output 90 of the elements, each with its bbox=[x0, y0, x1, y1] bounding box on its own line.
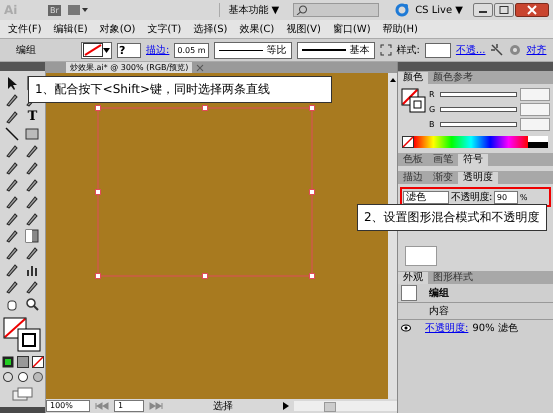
attribute-value: 90% 滤色 bbox=[472, 322, 518, 335]
selection-label: 编组 bbox=[16, 44, 37, 57]
zoom-icon[interactable] bbox=[24, 296, 40, 312]
channel-slider[interactable] bbox=[440, 92, 517, 96]
opacity-field[interactable]: 90 bbox=[494, 190, 518, 204]
opacity-link[interactable]: 不透明度: bbox=[425, 321, 468, 335]
menu-item[interactable]: 帮助(H) bbox=[382, 22, 418, 36]
menu-item[interactable]: 文件(F) bbox=[8, 22, 42, 36]
callout-tooltip: 2、设置图形混合模式和不透明度 bbox=[357, 204, 547, 231]
cs-live-icon bbox=[395, 3, 410, 17]
panel-tab[interactable]: 图形样式 bbox=[428, 272, 478, 284]
panel-tab[interactable]: 画笔 bbox=[428, 154, 458, 166]
panel-tab[interactable]: 渐变 bbox=[428, 172, 458, 184]
last-page-icon[interactable] bbox=[148, 402, 164, 410]
color-mode-icon[interactable] bbox=[2, 356, 14, 368]
corners-icon[interactable] bbox=[380, 44, 392, 56]
color-spectrum[interactable] bbox=[402, 136, 548, 148]
percent-label: % bbox=[520, 192, 528, 202]
fill-stroke-icon[interactable] bbox=[401, 88, 427, 114]
channel-label: G bbox=[429, 104, 436, 114]
channel-value-field[interactable] bbox=[520, 118, 550, 130]
brush-dropdown[interactable]: 基本 bbox=[296, 42, 375, 58]
stroke-weight-field[interactable]: 0.05 m bbox=[174, 42, 209, 58]
profile-dropdown[interactable]: 等比 bbox=[214, 42, 292, 58]
panel-tab[interactable]: 透明度 bbox=[458, 172, 498, 184]
align-link[interactable]: 对齐 bbox=[526, 43, 546, 57]
minimize-icon[interactable] bbox=[473, 3, 493, 17]
fill-dropdown[interactable]: ? bbox=[117, 42, 141, 58]
search-icon bbox=[296, 5, 308, 15]
type-tool[interactable]: T bbox=[24, 109, 42, 125]
workspace-menu[interactable]: 基本功能 ▼ bbox=[219, 3, 288, 17]
stroke-swatch-dropdown[interactable] bbox=[81, 42, 112, 58]
gear-icon[interactable] bbox=[509, 44, 522, 56]
draw-mode-icon[interactable] bbox=[2, 371, 14, 383]
screen-mode-icon[interactable] bbox=[10, 387, 34, 401]
play-icon[interactable] bbox=[282, 402, 290, 410]
pencil-icon[interactable] bbox=[24, 143, 40, 159]
panel-tab[interactable]: 描边 bbox=[398, 172, 428, 184]
stroke-link[interactable]: 描边: bbox=[146, 43, 170, 57]
panel-tab[interactable]: 符号 bbox=[458, 154, 488, 166]
maximize-icon[interactable] bbox=[494, 3, 514, 17]
none-mode-icon[interactable] bbox=[32, 356, 44, 368]
callout-tooltip: 1、配合按下<Shift>键，同时选择两条直线 bbox=[28, 76, 332, 103]
menu-item[interactable]: 对象(O) bbox=[100, 22, 136, 36]
channel-label: R bbox=[429, 90, 436, 98]
thumbnail bbox=[405, 246, 437, 266]
channel-slider[interactable] bbox=[440, 122, 517, 126]
page-dropdown[interactable]: 1 bbox=[114, 400, 144, 412]
menu-item[interactable]: 编辑(E) bbox=[54, 22, 88, 36]
blend-mode-dropdown[interactable]: 滤色 bbox=[403, 190, 449, 204]
layout-icon[interactable] bbox=[66, 4, 89, 16]
cs-live-menu[interactable]: CS Live ▼ bbox=[415, 4, 463, 16]
caret-icon[interactable] bbox=[103, 48, 110, 52]
zoom-dropdown[interactable]: 100% bbox=[46, 400, 90, 412]
style-label: 样式: bbox=[396, 44, 420, 57]
opacity-link[interactable]: 不透... bbox=[456, 43, 486, 57]
close-icon[interactable] bbox=[515, 3, 549, 17]
channel-label: B bbox=[429, 120, 436, 128]
panel-tab[interactable]: 颜色参考 bbox=[428, 72, 478, 84]
rectangle-icon[interactable] bbox=[24, 126, 40, 142]
object-thumbnail bbox=[401, 285, 417, 301]
panel-tab[interactable]: 颜色 bbox=[398, 72, 428, 84]
bridge-button[interactable]: Br bbox=[48, 4, 61, 16]
content-label: 内容 bbox=[429, 304, 449, 318]
scroll-up-icon[interactable] bbox=[388, 76, 396, 84]
opacity-label: 不透明度: bbox=[451, 190, 492, 204]
search-field[interactable] bbox=[293, 3, 380, 17]
channel-value-field[interactable] bbox=[520, 102, 550, 116]
eye-icon[interactable] bbox=[401, 324, 411, 332]
channel-value-field[interactable] bbox=[520, 88, 550, 100]
menu-item[interactable]: 窗口(W) bbox=[332, 22, 371, 36]
menu-item[interactable]: 效果(C) bbox=[239, 22, 274, 36]
fill-stroke-icon[interactable] bbox=[2, 317, 42, 353]
gradient-icon[interactable] bbox=[24, 228, 40, 244]
document-tab[interactable]: 炒效果.ai* @ 300% (RGB/预览) bbox=[46, 62, 397, 73]
horizontal-scrollbar[interactable] bbox=[294, 401, 397, 411]
style-dropdown[interactable] bbox=[424, 42, 451, 58]
menu-item[interactable]: 视图(V) bbox=[286, 22, 321, 36]
menu-item[interactable]: 文字(T) bbox=[147, 22, 182, 36]
draw-inside-icon[interactable] bbox=[32, 371, 44, 383]
first-page-icon[interactable] bbox=[94, 402, 110, 410]
panel-tab[interactable]: 色板 bbox=[398, 154, 428, 166]
panel-tab[interactable]: 外观 bbox=[398, 272, 428, 284]
menu-item[interactable]: 选择(S) bbox=[193, 22, 228, 36]
object-label: 编组 bbox=[429, 286, 449, 300]
draw-behind-icon[interactable] bbox=[16, 371, 28, 383]
line-icon[interactable] bbox=[4, 126, 20, 142]
current-tool-label: 选择 bbox=[212, 400, 234, 413]
gradient-mode-icon[interactable] bbox=[16, 356, 28, 368]
channel-slider[interactable] bbox=[440, 106, 517, 112]
